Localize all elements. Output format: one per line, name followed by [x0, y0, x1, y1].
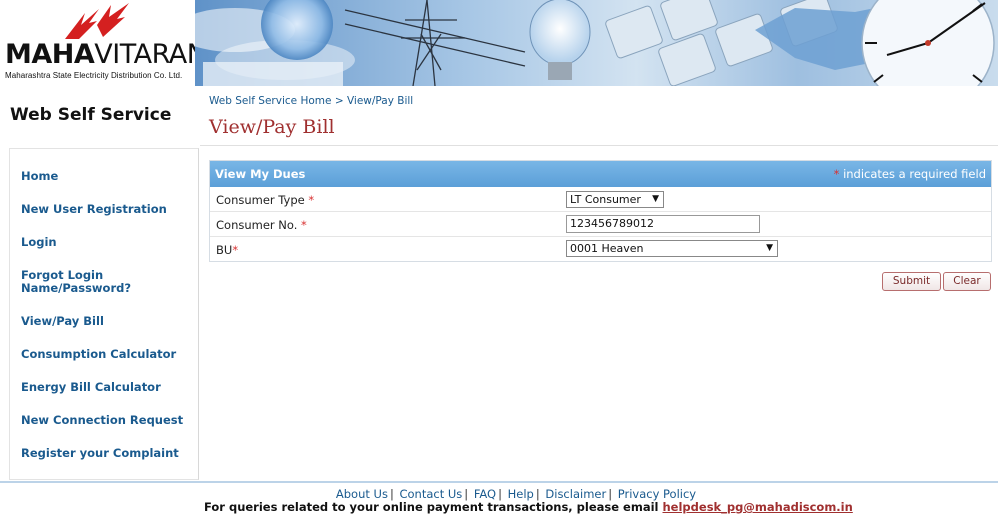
- breadcrumb: Web Self Service Home > View/Pay Bill: [209, 95, 413, 107]
- chevron-down-icon: ▼: [766, 243, 773, 253]
- sidebar-item-new-connection-request[interactable]: New Connection Request: [21, 414, 183, 427]
- site-header: MAHAVITARAN Maharashtra State Electricit…: [0, 0, 998, 86]
- sidebar-item-forgot-login[interactable]: Forgot Login Name/Password?: [21, 269, 131, 295]
- bu-label: BU*: [216, 243, 239, 257]
- sidebar-item-consumption-calculator[interactable]: Consumption Calculator: [21, 348, 176, 361]
- header-banner-image: [195, 0, 998, 86]
- footer-divider: [0, 481, 998, 483]
- footer-link-about-us[interactable]: About Us: [336, 487, 388, 501]
- mahavitaran-logo[interactable]: MAHAVITARAN Maharashtra State Electricit…: [0, 0, 207, 86]
- footer-link-help[interactable]: Help: [508, 487, 534, 501]
- submit-button[interactable]: Submit: [882, 272, 941, 291]
- form-header-title: View My Dues: [215, 167, 306, 181]
- clear-button[interactable]: Clear: [943, 272, 991, 291]
- footer-link-contact-us[interactable]: Contact Us: [399, 487, 462, 501]
- breadcrumb-home-link[interactable]: Web Self Service Home: [209, 95, 331, 107]
- breadcrumb-current[interactable]: View/Pay Bill: [347, 95, 413, 107]
- lightning-logo-icon: [65, 3, 129, 39]
- footer-link-privacy-policy[interactable]: Privacy Policy: [618, 487, 696, 501]
- brand-subtitle: Maharashtra State Electricity Distributi…: [5, 71, 183, 80]
- helpdesk-email-link[interactable]: helpdesk_pg@mahadiscom.in: [663, 500, 853, 514]
- footer-separator: |: [389, 487, 394, 501]
- footer-separator: |: [498, 487, 502, 501]
- sidebar-item-energy-bill-calculator[interactable]: Energy Bill Calculator: [21, 381, 161, 394]
- consumer-no-label: Consumer No. *: [216, 218, 307, 232]
- site-title: Web Self Service: [10, 105, 172, 125]
- form-header: View My Dues * indicates a required fiel…: [210, 161, 991, 187]
- title-divider: [200, 145, 998, 146]
- footer-separator: |: [535, 487, 540, 501]
- view-dues-form: View My Dues * indicates a required fiel…: [209, 160, 992, 262]
- sidebar-item-new-user-registration[interactable]: New User Registration: [21, 203, 167, 216]
- sidebar-nav: Home New User Registration Login Forgot …: [9, 148, 199, 480]
- consumer-type-row: Consumer Type * LT Consumer ▼: [210, 187, 991, 212]
- bu-select[interactable]: 0001 Heaven ▼: [566, 240, 778, 257]
- footer-links: About Us | Contact Us | FAQ | Help | Disclai…: [0, 487, 998, 501]
- footer-separator: |: [608, 487, 613, 501]
- footer-link-disclaimer[interactable]: Disclaimer: [545, 487, 606, 501]
- consumer-no-input[interactable]: 123456789012: [566, 215, 760, 233]
- brand-name: MAHAVITARAN: [5, 39, 207, 70]
- sidebar-item-view-pay-bill[interactable]: View/Pay Bill: [21, 315, 104, 328]
- consumer-type-label: Consumer Type *: [216, 193, 315, 207]
- consumer-type-select[interactable]: LT Consumer ▼: [566, 191, 664, 208]
- bu-row: BU* 0001 Heaven ▼: [210, 237, 991, 262]
- sidebar-item-login[interactable]: Login: [21, 236, 57, 249]
- consumer-no-row: Consumer No. * 123456789012: [210, 212, 991, 237]
- sidebar-item-home[interactable]: Home: [21, 170, 58, 183]
- footer-separator: |: [464, 487, 469, 501]
- chevron-down-icon: ▼: [652, 194, 659, 204]
- page-title: View/Pay Bill: [209, 116, 335, 138]
- sidebar-item-register-complaint[interactable]: Register your Complaint: [21, 447, 179, 460]
- breadcrumb-separator: >: [334, 95, 344, 107]
- footer-link-faq[interactable]: FAQ: [474, 487, 496, 501]
- required-field-note: * indicates a required field: [833, 167, 986, 181]
- footer-payment-note: For queries related to your online payme…: [204, 500, 853, 514]
